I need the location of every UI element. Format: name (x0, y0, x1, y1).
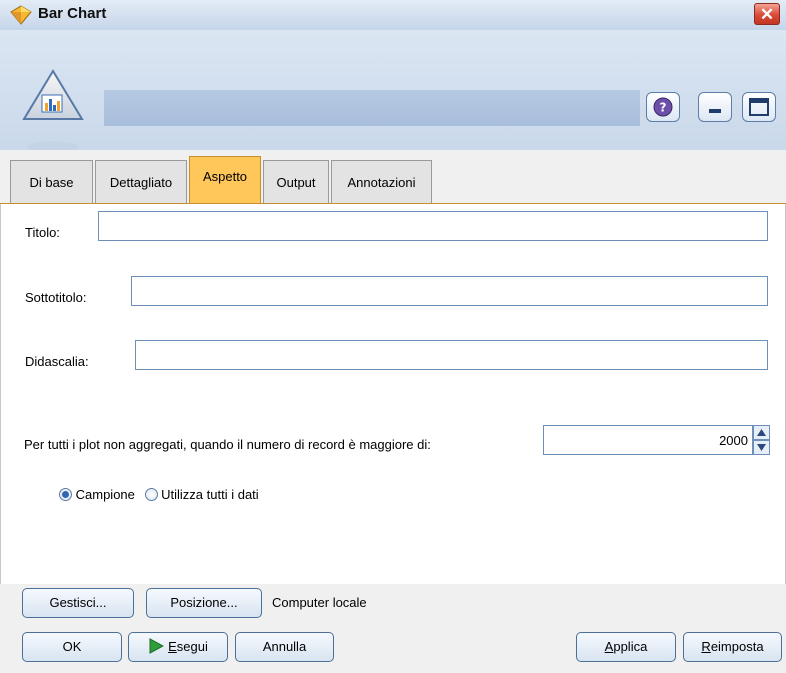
subtitle-input[interactable] (131, 276, 768, 306)
node-name-strip (104, 90, 640, 126)
radio-all-data[interactable]: Utilizza tutti i dati (144, 487, 259, 502)
help-icon: ? (653, 97, 673, 117)
tab-output[interactable]: Output (263, 160, 329, 204)
radio-all-indicator[interactable] (144, 488, 158, 501)
dialog-footer: Gestisci... Posizione... Computer locale… (0, 584, 786, 673)
tab-annotazioni[interactable]: Annotazioni (331, 160, 432, 204)
tab-aspetto[interactable]: Aspetto (189, 156, 261, 205)
reset-button[interactable]: Reimposta (683, 632, 782, 662)
reset-button-mnemonic: R (701, 639, 711, 654)
radio-sample[interactable]: Campione (59, 487, 139, 502)
ok-button[interactable]: OK (22, 632, 122, 662)
minimize-icon (709, 109, 721, 113)
manage-button[interactable]: Gestisci... (22, 588, 134, 618)
run-button-mnemonic: E (168, 639, 177, 654)
threshold-input[interactable]: 2000 (543, 425, 753, 455)
close-icon: ✕ (759, 5, 775, 24)
title-input[interactable] (98, 211, 768, 241)
location-text: Computer locale (272, 595, 367, 610)
caption-input[interactable] (135, 340, 768, 370)
minimize-button[interactable] (698, 92, 732, 122)
tab-dettagliato[interactable]: Dettagliato (95, 160, 187, 204)
subtitle-label: Sottotitolo: (25, 290, 87, 305)
maximize-icon (749, 98, 769, 116)
caption-label: Didascalia: (25, 354, 89, 369)
window-title: Bar Chart (38, 5, 107, 22)
maximize-button[interactable] (742, 92, 776, 122)
radio-all-label[interactable]: Utilizza tutti i dati (161, 487, 259, 502)
node-header: ? (0, 30, 786, 153)
tab-di-base[interactable]: Di base (10, 160, 93, 204)
sampling-radio-group: Campione Utilizza tutti i dati (59, 487, 259, 502)
bar-chart-node-icon (22, 69, 84, 153)
run-arrow-icon (149, 638, 165, 654)
title-bar: Bar Chart ✕ (0, 0, 786, 31)
radio-sample-indicator[interactable] (59, 488, 72, 501)
threshold-label: Per tutti i plot non aggregati, quando i… (24, 437, 431, 452)
bar-chart-dialog: Bar Chart ✕ ? Di base Dettagliato Aspett… (0, 0, 786, 673)
apply-button[interactable]: Applica (576, 632, 676, 662)
cancel-button[interactable]: Annulla (235, 632, 334, 662)
run-button-label: segui (176, 639, 208, 654)
run-button[interactable]: Esegui (128, 632, 228, 662)
apply-button-label: pplica (613, 639, 648, 654)
title-label: Titolo: (25, 225, 60, 240)
threshold-stepper[interactable] (753, 425, 770, 455)
location-button[interactable]: Posizione... (146, 588, 262, 618)
tab-bar: Di base Dettagliato Aspetto Output Annot… (0, 150, 786, 205)
radio-sample-label[interactable]: Campione (76, 487, 135, 502)
svg-text:?: ? (660, 101, 667, 115)
reset-button-label: eimposta (710, 639, 764, 654)
aspetto-panel: Titolo: Sottotitolo: Didascalia: Per tut… (0, 204, 786, 584)
close-button[interactable]: ✕ (754, 3, 780, 25)
app-diamond-icon (10, 5, 32, 25)
help-button[interactable]: ? (646, 92, 680, 122)
